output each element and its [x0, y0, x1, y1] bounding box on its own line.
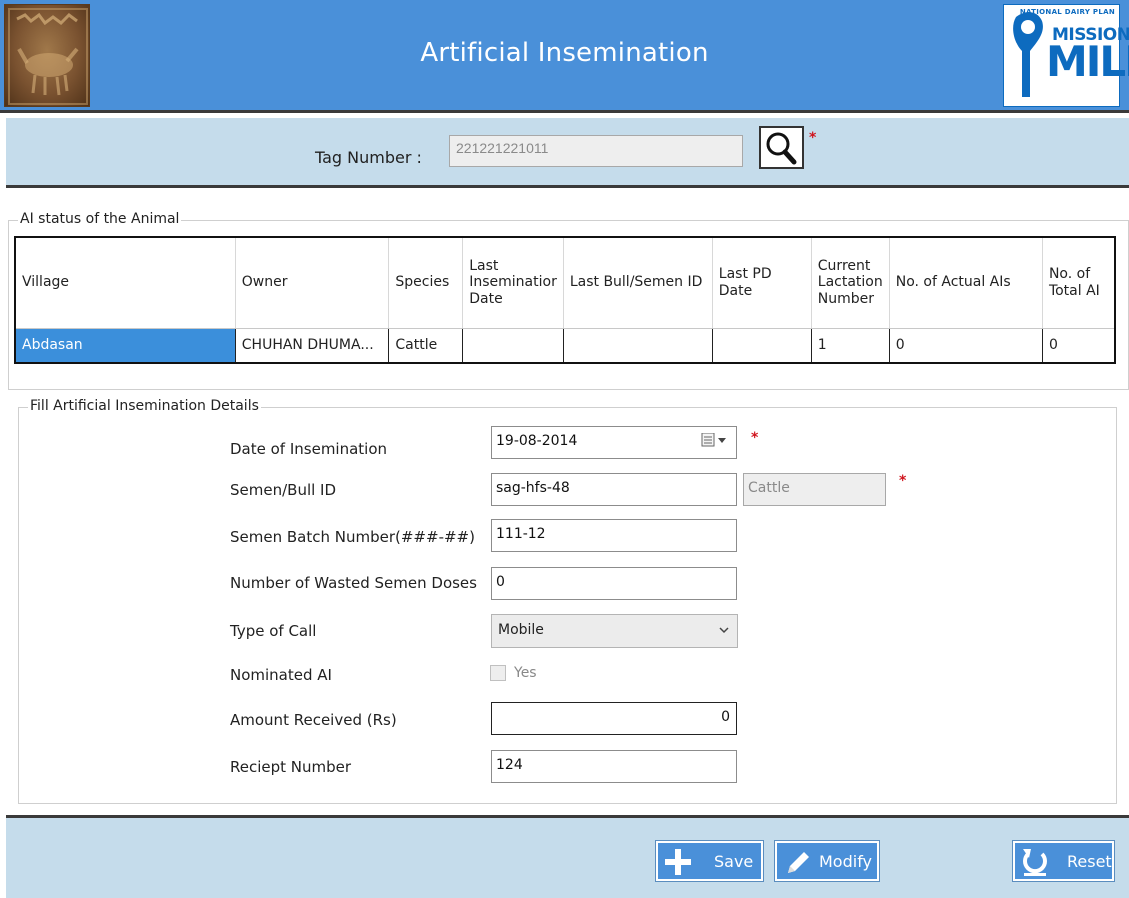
nominated-ai-option-label: Yes — [514, 665, 537, 681]
amount-received-input[interactable]: 0 — [491, 702, 737, 735]
total-ai-cell[interactable]: 0 — [1041, 327, 1116, 364]
type-of-call-select[interactable]: Mobile — [491, 614, 738, 648]
column-header: Species — [388, 237, 463, 329]
semen-bull-id-label: Semen/Bull ID — [230, 481, 337, 499]
nominated-ai-checkbox[interactable] — [490, 665, 506, 681]
ai-status-table: Village Owner Species Last Inseminatior … — [14, 236, 1116, 364]
column-header: Current Lactation Number — [810, 237, 890, 329]
reset-button[interactable]: Reset — [1013, 841, 1114, 881]
app-header: Artificial Insemination NATIONAL DAIRY P… — [0, 0, 1129, 113]
wasted-semen-doses-label: Number of Wasted Semen Doses — [230, 574, 477, 592]
amount-received-label: Amount Received (Rs) — [230, 711, 397, 729]
required-marker: * — [809, 130, 817, 146]
nominated-ai-label: Nominated AI — [230, 666, 332, 684]
owner-cell[interactable]: CHUHAN DHUMA... — [234, 327, 390, 364]
column-header: Village — [15, 237, 236, 329]
tag-number-input[interactable]: 221221221011 — [449, 135, 743, 167]
semen-species-field: Cattle — [743, 473, 886, 506]
modify-button-label: Modify — [819, 852, 873, 871]
column-header: Last Inseminatior Date — [462, 237, 564, 329]
last-insemination-date-cell[interactable] — [462, 327, 564, 364]
type-of-call-value: Mobile — [498, 622, 544, 638]
plus-icon — [665, 849, 691, 875]
last-bull-semen-id-cell[interactable] — [562, 327, 713, 364]
modify-button[interactable]: Modify — [775, 841, 879, 881]
table-row[interactable]: Abdasan CHUHAN DHUMA... Cattle 1 0 0 — [14, 327, 1116, 364]
receipt-number-input[interactable]: 124 — [491, 750, 737, 783]
last-pd-date-cell[interactable] — [711, 327, 812, 364]
table-header-row: Village Owner Species Last Inseminatior … — [15, 237, 1115, 329]
actual-ais-cell[interactable]: 0 — [888, 327, 1043, 364]
save-button-label: Save — [714, 852, 754, 871]
column-header: Owner — [234, 237, 389, 329]
reset-button-label: Reset — [1067, 852, 1112, 871]
column-header: Last Bull/Semen ID — [562, 237, 713, 329]
search-icon — [766, 132, 797, 165]
receipt-number-label: Reciept Number — [230, 758, 352, 776]
pencil-icon — [788, 852, 809, 873]
column-header: Last PD Date — [711, 237, 812, 329]
village-cell[interactable]: Abdasan — [14, 327, 236, 364]
wasted-semen-doses-input[interactable]: 0 — [491, 567, 737, 600]
required-marker: * — [899, 473, 907, 489]
date-of-insemination-label: Date of Insemination — [230, 440, 388, 458]
details-legend: Fill Artificial Insemination Details — [28, 398, 261, 414]
calendar-dropdown-icon[interactable] — [701, 433, 735, 447]
logo-milk-text: MILK — [1046, 37, 1129, 86]
tag-number-label: Tag Number : — [315, 148, 422, 167]
search-button[interactable] — [759, 126, 804, 169]
details-group — [18, 407, 1117, 804]
action-bar: Save Modify Reset — [6, 815, 1129, 898]
reset-icon — [1023, 849, 1047, 876]
ai-status-legend: AI status of the Animal — [18, 211, 182, 227]
column-header: No. of Actual AIs — [888, 237, 1043, 329]
column-header: No. of Total AI — [1041, 237, 1115, 329]
tag-search-bar: Tag Number : 221221221011 * — [6, 118, 1129, 188]
chevron-down-icon — [719, 627, 729, 634]
type-of-call-label: Type of Call — [230, 622, 317, 640]
semen-batch-number-label: Semen Batch Number(###-##) — [230, 528, 475, 546]
semen-batch-number-input[interactable]: 111-12 — [491, 519, 737, 552]
save-button[interactable]: Save — [656, 841, 763, 881]
page-title: Artificial Insemination — [420, 38, 709, 68]
mission-milk-logo: NATIONAL DAIRY PLAN MISSION MILK — [1003, 4, 1129, 107]
semen-bull-id-input[interactable]: sag-hfs-48 — [491, 473, 737, 506]
species-cell[interactable]: Cattle — [388, 327, 464, 364]
current-lactation-cell[interactable]: 1 — [810, 327, 890, 364]
required-marker: * — [751, 430, 759, 446]
